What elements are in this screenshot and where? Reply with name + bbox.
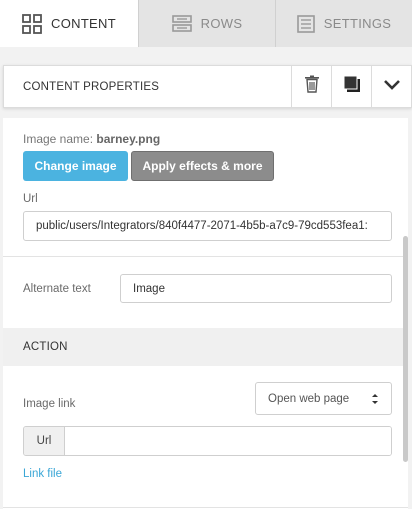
image-link-label: Image link [23, 398, 76, 410]
rows-icon [171, 14, 192, 33]
collapse-button[interactable] [371, 65, 411, 108]
divider-bottom [3, 507, 408, 508]
content-properties-bar: CONTENT PROPERTIES [3, 65, 412, 108]
duplicate-button[interactable] [331, 65, 371, 108]
grid-icon [22, 13, 42, 34]
tab-content[interactable]: CONTENT [0, 0, 138, 47]
delete-button[interactable] [291, 65, 331, 108]
alternate-text-label: Alternate text [23, 283, 91, 295]
divider [3, 256, 408, 257]
link-file-link[interactable]: Link file [23, 468, 62, 480]
tab-rows-label: ROWS [200, 16, 243, 31]
image-name-value: barney.png [96, 132, 161, 146]
apply-effects-button[interactable]: Apply effects & more [131, 151, 274, 181]
chevron-down-icon [383, 78, 401, 96]
tab-settings[interactable]: SETTINGS [275, 0, 412, 47]
alternate-text-input[interactable]: Image [120, 274, 392, 303]
url-addon: Url [24, 427, 65, 455]
duplicate-icon [343, 75, 361, 98]
action-section-header: ACTION [3, 328, 408, 366]
tab-bar: CONTENT ROWS SETTINGS [0, 0, 412, 47]
settings-list-icon [296, 14, 315, 33]
tab-content-label: CONTENT [51, 16, 116, 31]
tab-rows[interactable]: ROWS [138, 0, 275, 47]
image-name: Image name: barney.png [23, 132, 160, 146]
select-arrows-icon [371, 392, 379, 409]
scrollbar[interactable] [403, 236, 408, 462]
tab-settings-label: SETTINGS [323, 16, 392, 31]
image-name-label: Image name: [23, 132, 94, 146]
trash-icon [304, 75, 320, 98]
change-image-button[interactable]: Change image [23, 151, 128, 181]
image-url-field[interactable]: public/users/Integrators/840f4477-2071-4… [23, 211, 392, 241]
link-url-group: Url [23, 426, 392, 456]
link-type-select[interactable]: Open web page [255, 382, 392, 415]
link-url-input[interactable] [65, 427, 391, 455]
url-label: Url [23, 193, 38, 205]
content-panel: Image name: barney.png Change image Appl… [3, 118, 408, 509]
link-type-value: Open web page [268, 392, 350, 405]
content-properties-title: CONTENT PROPERTIES [23, 80, 160, 93]
